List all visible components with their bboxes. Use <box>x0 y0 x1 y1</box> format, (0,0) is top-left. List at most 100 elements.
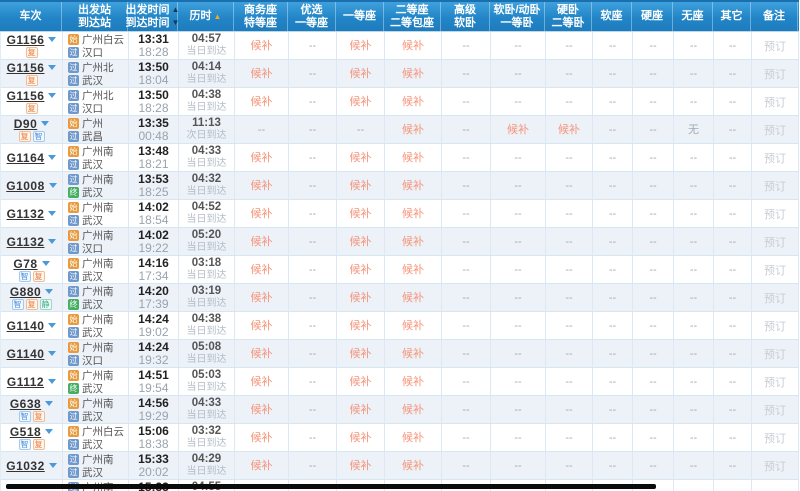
train-number-link[interactable]: G518 <box>10 425 41 439</box>
seat-cell-hard-sleeper: -- <box>546 368 593 395</box>
book-button[interactable]: 预订 <box>764 458 786 474</box>
book-button[interactable]: 预订 <box>764 346 786 362</box>
seat-availability: 候补 <box>251 96 273 108</box>
expand-stops-arrow-icon[interactable] <box>41 121 49 126</box>
seat-cell-soft-sleeper: 候补 <box>491 116 546 143</box>
seat-availability: -- <box>309 152 316 164</box>
train-number-line: G1008 <box>6 179 57 192</box>
expand-stops-arrow-icon[interactable] <box>45 401 53 406</box>
arrive-time: 19:29 <box>138 410 168 423</box>
seat-availability: -- <box>690 460 697 472</box>
expand-stops-arrow-icon[interactable] <box>48 155 56 160</box>
seat-availability: 候补 <box>350 96 372 108</box>
seat-availability: 候补 <box>402 432 424 444</box>
expand-stops-arrow-icon[interactable] <box>48 379 56 384</box>
duration-value: 04:52 <box>192 201 221 214</box>
duration-value: 04:38 <box>192 89 221 102</box>
seat-availability: -- <box>729 68 736 80</box>
badge-fu: 复 <box>26 47 38 58</box>
book-button[interactable]: 预订 <box>764 402 786 418</box>
seat-availability: -- <box>690 96 697 108</box>
book-button[interactable]: 预订 <box>764 178 786 194</box>
train-number-link[interactable]: D90 <box>14 117 38 131</box>
expand-stops-arrow-icon[interactable] <box>45 289 53 294</box>
train-badges: 智复 <box>19 439 45 450</box>
book-button[interactable]: 预订 <box>764 94 786 110</box>
expand-stops-arrow-icon[interactable] <box>48 211 56 216</box>
expand-stops-arrow-icon[interactable] <box>42 261 50 266</box>
seat-availability: -- <box>462 180 469 192</box>
remarks-cell: 预订 <box>752 424 799 451</box>
col-header-duration[interactable]: 历时▲ <box>178 2 234 31</box>
expand-stops-arrow-icon[interactable] <box>45 429 53 434</box>
expand-stops-arrow-icon[interactable] <box>49 183 57 188</box>
seat-cell-hard-seat: -- <box>633 256 674 283</box>
train-number-link[interactable]: G1008 <box>6 179 45 193</box>
seat-availability: -- <box>729 348 736 360</box>
book-button[interactable]: 预订 <box>764 318 786 334</box>
seat-cell-soft-sleeper: -- <box>491 32 546 59</box>
seat-availability: -- <box>649 236 656 248</box>
seat-availability: -- <box>649 320 656 332</box>
arrive-station-name: 武汉 <box>82 213 103 228</box>
book-button[interactable]: 预订 <box>764 66 786 82</box>
train-number-link[interactable]: G1112 <box>7 375 44 389</box>
station-type-icon-start: 始 <box>68 398 79 409</box>
train-number-link[interactable]: G880 <box>10 285 41 299</box>
book-button[interactable]: 预订 <box>764 38 786 54</box>
book-button[interactable]: 预订 <box>764 150 786 166</box>
train-number-link[interactable]: G78 <box>13 257 37 271</box>
train-number-link[interactable]: G1132 <box>7 207 45 221</box>
book-button[interactable]: 预订 <box>764 374 786 390</box>
train-badges: 复 <box>26 47 38 58</box>
train-number-link[interactable]: G1032 <box>6 459 45 473</box>
book-button[interactable]: 预订 <box>764 430 786 446</box>
seat-availability: -- <box>565 68 572 80</box>
stations-cell: 始广州南过武汉 <box>63 200 129 227</box>
arrive-station-name: 武昌 <box>82 129 103 144</box>
stations-cell: 过广州南终武汉 <box>63 172 129 199</box>
train-number-link[interactable]: G1156 <box>7 33 45 47</box>
stations-cell: 始广州白云过武汉 <box>63 424 129 451</box>
duration-value: 04:57 <box>192 33 221 46</box>
duration-cell: 04:52当日到达 <box>179 200 235 227</box>
train-number-link[interactable]: G1156 <box>7 61 45 75</box>
train-number-link[interactable]: G1132 <box>7 235 45 249</box>
times-cell: 13:4818:21 <box>129 144 179 171</box>
train-row: G1112始广州南终武汉14:5119:5405:03当日到达候补--候补候补-… <box>1 368 799 396</box>
book-button[interactable]: 预订 <box>764 234 786 250</box>
expand-stops-arrow-icon[interactable] <box>48 37 56 42</box>
col-header-label: 软座 <box>601 10 623 23</box>
train-number-link[interactable]: G1140 <box>7 347 45 361</box>
seat-cell-superior-soft-sleeper: -- <box>442 228 491 255</box>
book-button[interactable]: 预订 <box>764 290 786 306</box>
seat-cell-no-seat: -- <box>674 452 714 479</box>
train-number-link[interactable]: G1156 <box>7 89 45 103</box>
expand-stops-arrow-icon[interactable] <box>49 463 57 468</box>
seat-availability: 候补 <box>402 40 424 52</box>
seat-availability: -- <box>649 264 656 276</box>
col-header-label: 到达时间▼ <box>126 17 180 30</box>
seat-availability: -- <box>649 292 656 304</box>
train-number-link[interactable]: G1140 <box>7 319 45 333</box>
expand-stops-arrow-icon[interactable] <box>48 93 56 98</box>
seat-availability: -- <box>609 460 616 472</box>
book-button[interactable]: 预订 <box>764 122 786 138</box>
depart-time: 14:56 <box>138 397 169 410</box>
expand-stops-arrow-icon[interactable] <box>48 323 56 328</box>
expand-stops-arrow-icon[interactable] <box>48 239 56 244</box>
expand-stops-arrow-icon[interactable] <box>48 65 56 70</box>
train-number-link[interactable]: G1164 <box>7 151 45 165</box>
badge-zhi: 智 <box>33 131 45 142</box>
train-number-link[interactable]: G638 <box>10 397 41 411</box>
duration-cell: 03:18当日到达 <box>179 256 235 283</box>
expand-stops-arrow-icon[interactable] <box>48 351 56 356</box>
sort-duration-asc-icon[interactable]: ▲ <box>214 12 222 22</box>
seat-availability: 候补 <box>350 264 372 276</box>
col-header-times[interactable]: 出发时间▲到达时间▼ <box>128 2 178 31</box>
times-cell: 13:5018:28 <box>129 88 179 115</box>
book-button[interactable]: 预订 <box>764 206 786 222</box>
book-button[interactable]: 预订 <box>764 262 786 278</box>
badge-fu: 复 <box>19 131 31 142</box>
seat-cell-other <box>714 480 752 491</box>
